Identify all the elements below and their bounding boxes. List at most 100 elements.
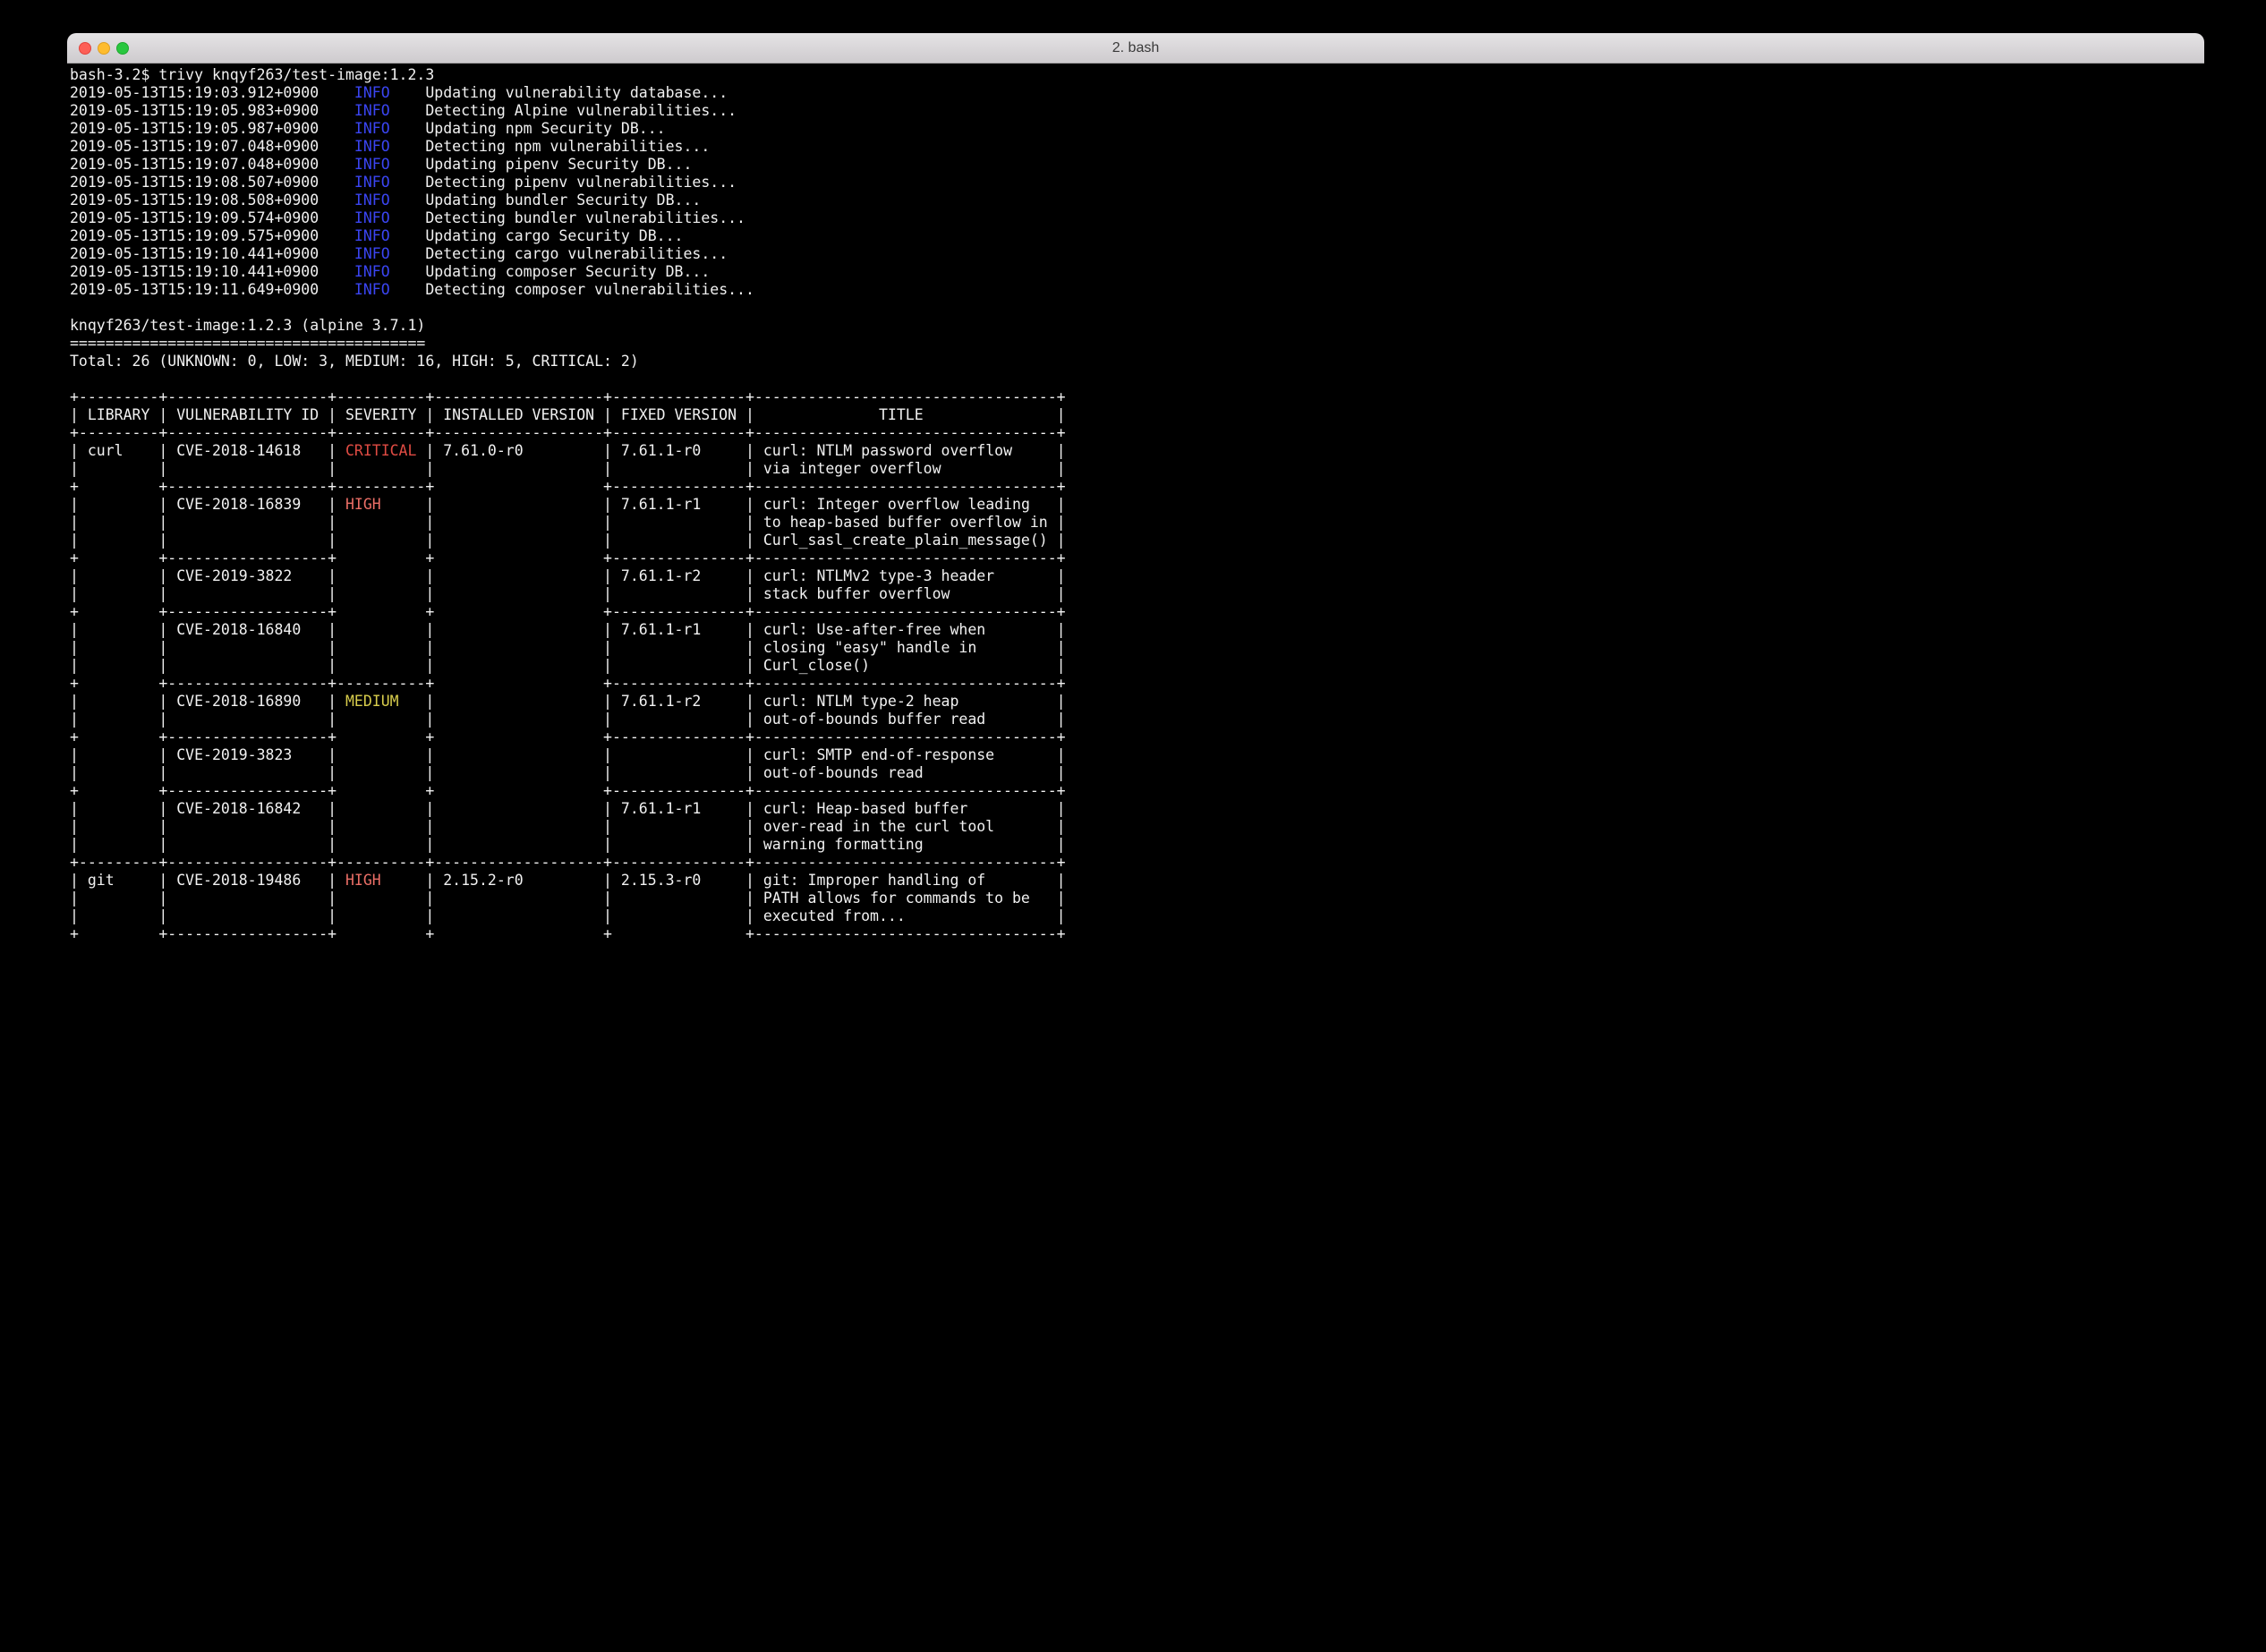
info-text: INFO bbox=[354, 102, 390, 119]
terminal-line bbox=[70, 370, 2204, 388]
terminal-text: Total: 26 (UNKNOWN: 0, LOW: 3, MEDIUM: 1… bbox=[70, 353, 639, 370]
info-text: INFO bbox=[354, 209, 390, 226]
terminal-line: 2019-05-13T15:19:05.983+0900 INFO Detect… bbox=[70, 102, 2204, 120]
terminal-line: + +------------------+----------+ +-----… bbox=[70, 478, 2204, 496]
terminal-text: 2019-05-13T15:19:07.048+0900 bbox=[70, 138, 354, 155]
terminal-line: 2019-05-13T15:19:07.048+0900 INFO Updati… bbox=[70, 156, 2204, 174]
terminal-text: 2019-05-13T15:19:10.441+0900 bbox=[70, 245, 354, 262]
minimize-button[interactable] bbox=[98, 42, 110, 55]
terminal-line bbox=[70, 299, 2204, 317]
high-text: HIGH bbox=[345, 872, 381, 889]
terminal-line: | | CVE-2018-16842 | | | 7.61.1-r1 | cur… bbox=[70, 800, 2204, 818]
terminal-line: + +------------------+ + +--------------… bbox=[70, 728, 2204, 746]
close-button[interactable] bbox=[79, 42, 91, 55]
terminal-text: | | | | | | out-of-bounds buffer read | bbox=[70, 711, 1066, 728]
terminal-line: | | CVE-2018-16839 | HIGH | | 7.61.1-r1 … bbox=[70, 496, 2204, 514]
terminal-line: | curl | CVE-2018-14618 | CRITICAL | 7.6… bbox=[70, 442, 2204, 460]
terminal-text: + +------------------+ + + +------------… bbox=[70, 925, 1066, 942]
terminal-text: 2019-05-13T15:19:09.574+0900 bbox=[70, 209, 354, 226]
terminal-line: 2019-05-13T15:19:11.649+0900 INFO Detect… bbox=[70, 281, 2204, 299]
terminal-line: | | | | | | Curl_sasl_create_plain_messa… bbox=[70, 532, 2204, 549]
terminal-line: | | | | | | over-read in the curl tool | bbox=[70, 818, 2204, 836]
terminal-text: 2019-05-13T15:19:09.575+0900 bbox=[70, 227, 354, 244]
terminal-window: 2. bash bash-3.2$ trivy knqyf263/test-im… bbox=[67, 33, 2204, 1619]
terminal-text: | | CVE-2019-3823 | | | | curl: SMTP end… bbox=[70, 746, 1066, 763]
terminal-text: | | | | | | closing "easy" handle in | bbox=[70, 639, 1066, 656]
terminal-text: | 2.15.2-r0 | 2.15.3-r0 | git: Improper … bbox=[381, 872, 1066, 889]
terminal-line: | | | | | | stack buffer overflow | bbox=[70, 585, 2204, 603]
terminal-line: + +------------------+ + + +------------… bbox=[70, 925, 2204, 943]
info-text: INFO bbox=[354, 156, 390, 173]
terminal-text: + +------------------+ + +--------------… bbox=[70, 549, 1066, 566]
terminal-line: | | | | | | Curl_close() | bbox=[70, 657, 2204, 675]
terminal-line: 2019-05-13T15:19:08.507+0900 INFO Detect… bbox=[70, 174, 2204, 192]
terminal-line: | | CVE-2018-16840 | | | 7.61.1-r1 | cur… bbox=[70, 621, 2204, 639]
terminal-line: | | CVE-2019-3822 | | | 7.61.1-r2 | curl… bbox=[70, 567, 2204, 585]
terminal-text: Updating cargo Security DB... bbox=[390, 227, 684, 244]
terminal-body[interactable]: bash-3.2$ trivy knqyf263/test-image:1.2.… bbox=[67, 64, 2204, 1618]
terminal-text: | LIBRARY | VULNERABILITY ID | SEVERITY … bbox=[70, 406, 1066, 423]
terminal-text: Updating bundler Security DB... bbox=[390, 192, 702, 209]
terminal-text: +---------+------------------+----------… bbox=[70, 388, 1066, 405]
terminal-line: + +------------------+----------+ +-----… bbox=[70, 675, 2204, 693]
terminal-text: Detecting bundler vulnerabilities... bbox=[390, 209, 745, 226]
terminal-text: | git | CVE-2018-19486 | bbox=[70, 872, 345, 889]
terminal-line: | | | | | | PATH allows for commands to … bbox=[70, 890, 2204, 907]
terminal-output: bash-3.2$ trivy knqyf263/test-image:1.2.… bbox=[70, 66, 2204, 943]
terminal-text: 2019-05-13T15:19:03.912+0900 bbox=[70, 84, 354, 101]
terminal-line: knqyf263/test-image:1.2.3 (alpine 3.7.1) bbox=[70, 317, 2204, 335]
terminal-text: Detecting npm vulnerabilities... bbox=[390, 138, 711, 155]
terminal-text: | | | | | | PATH allows for commands to … bbox=[70, 890, 1066, 907]
terminal-line: | | | | | | to heap-based buffer overflo… bbox=[70, 514, 2204, 532]
terminal-text: knqyf263/test-image:1.2.3 (alpine 3.7.1) bbox=[70, 317, 425, 334]
terminal-text: | | | | | | Curl_sasl_create_plain_messa… bbox=[70, 532, 1066, 549]
terminal-text: | | CVE-2018-16842 | | | 7.61.1-r1 | cur… bbox=[70, 800, 1066, 817]
window-title-bar[interactable]: 2. bash bbox=[67, 33, 2204, 64]
terminal-text: 2019-05-13T15:19:05.987+0900 bbox=[70, 120, 354, 137]
traffic-lights bbox=[79, 33, 129, 63]
terminal-line: + +------------------+ + +--------------… bbox=[70, 549, 2204, 567]
terminal-text: | | | | | | via integer overflow | bbox=[70, 460, 1066, 477]
terminal-line: Total: 26 (UNKNOWN: 0, LOW: 3, MEDIUM: 1… bbox=[70, 353, 2204, 370]
high-text: HIGH bbox=[345, 496, 381, 513]
terminal-line: +---------+------------------+----------… bbox=[70, 424, 2204, 442]
medium-text: MEDIUM bbox=[345, 693, 399, 710]
terminal-line: +---------+------------------+----------… bbox=[70, 854, 2204, 872]
info-text: INFO bbox=[354, 138, 390, 155]
terminal-text: | | | | | | Curl_close() | bbox=[70, 657, 1066, 674]
terminal-text: 2019-05-13T15:19:07.048+0900 bbox=[70, 156, 354, 173]
window-title: 2. bash bbox=[1112, 40, 1159, 56]
desktop-background: 2. bash bash-3.2$ trivy knqyf263/test-im… bbox=[0, 0, 2266, 1652]
info-text: INFO bbox=[354, 192, 390, 209]
terminal-text: | | 7.61.1-r2 | curl: NTLM type-2 heap | bbox=[399, 693, 1066, 710]
terminal-text: | | | | | | to heap-based buffer overflo… bbox=[70, 514, 1066, 531]
terminal-line: + +------------------+ + +--------------… bbox=[70, 603, 2204, 621]
terminal-line: | | | | | | out-of-bounds read | bbox=[70, 764, 2204, 782]
terminal-text: | | | | | | warning formatting | bbox=[70, 836, 1066, 853]
info-text: INFO bbox=[354, 281, 390, 298]
terminal-text: | | | | | | out-of-bounds read | bbox=[70, 764, 1066, 781]
terminal-line: bash-3.2$ trivy knqyf263/test-image:1.2.… bbox=[70, 66, 2204, 84]
terminal-text: | | CVE-2018-16890 | bbox=[70, 693, 345, 710]
terminal-text: | curl | CVE-2018-14618 | bbox=[70, 442, 345, 459]
terminal-text: Updating composer Security DB... bbox=[390, 263, 711, 280]
terminal-line: | | | | | | warning formatting | bbox=[70, 836, 2204, 854]
info-text: INFO bbox=[354, 263, 390, 280]
terminal-line: 2019-05-13T15:19:07.048+0900 INFO Detect… bbox=[70, 138, 2204, 156]
terminal-text: Updating npm Security DB... bbox=[390, 120, 666, 137]
terminal-text: | | | | | | stack buffer overflow | bbox=[70, 585, 1066, 602]
terminal-line: | git | CVE-2018-19486 | HIGH | 2.15.2-r… bbox=[70, 872, 2204, 890]
terminal-text: ======================================== bbox=[70, 335, 425, 352]
terminal-text: | | 7.61.1-r1 | curl: Integer overflow l… bbox=[381, 496, 1066, 513]
terminal-text: +---------+------------------+----------… bbox=[70, 424, 1066, 441]
terminal-line: | LIBRARY | VULNERABILITY ID | SEVERITY … bbox=[70, 406, 2204, 424]
zoom-button[interactable] bbox=[116, 42, 129, 55]
info-text: INFO bbox=[354, 174, 390, 191]
terminal-text: 2019-05-13T15:19:08.507+0900 bbox=[70, 174, 354, 191]
terminal-text: | | | | | | over-read in the curl tool | bbox=[70, 818, 1066, 835]
terminal-line: 2019-05-13T15:19:09.575+0900 INFO Updati… bbox=[70, 227, 2204, 245]
terminal-text: + +------------------+ + +--------------… bbox=[70, 782, 1066, 799]
terminal-text: | 7.61.0-r0 | 7.61.1-r0 | curl: NTLM pas… bbox=[416, 442, 1065, 459]
terminal-text: | | CVE-2019-3822 | | | 7.61.1-r2 | curl… bbox=[70, 567, 1066, 584]
terminal-text: Detecting Alpine vulnerabilities... bbox=[390, 102, 737, 119]
